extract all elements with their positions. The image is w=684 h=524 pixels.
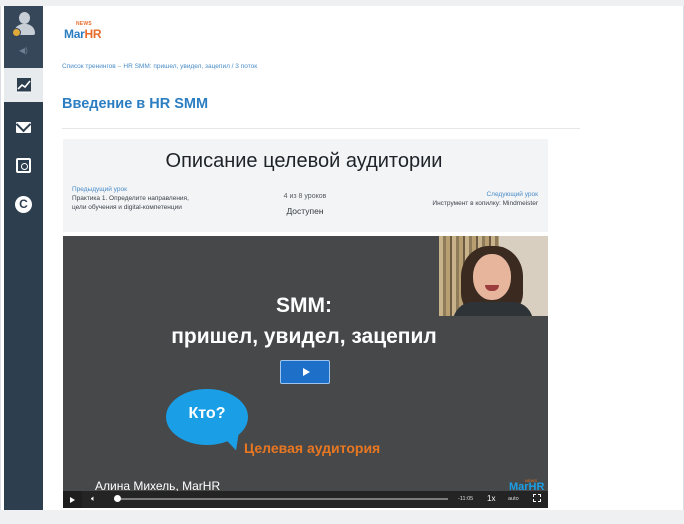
next-lesson-link[interactable]: Следующий урок (486, 191, 538, 198)
marhr-logo[interactable]: NEWS MarHR (63, 21, 101, 41)
status-dot (12, 28, 21, 37)
divider (62, 128, 580, 129)
breadcrumb-item-course[interactable]: HR SMM: пришел, увидел, зацепил / 3 пото… (123, 63, 257, 70)
logo-main-text: MarHR (64, 27, 102, 41)
play-icon (70, 496, 75, 503)
video-title-line2: пришел, увидел, зацепил (171, 325, 437, 348)
quality-button[interactable]: auto (508, 496, 519, 502)
avatar[interactable] (12, 12, 36, 38)
breadcrumb: Список тренингов – HR SMM: пришел, увидел,… (62, 63, 257, 70)
sidebar-item-trainings[interactable] (4, 68, 43, 102)
fullscreen-icon[interactable] (533, 494, 541, 502)
seek-knob[interactable] (113, 495, 121, 502)
collapse-icon[interactable]: ◀) (19, 46, 28, 55)
video-title-line1: SMM: (276, 294, 332, 317)
sidebar: ◀) C (4, 6, 43, 510)
lesson-status: Доступен (286, 206, 324, 216)
prev-lesson-link[interactable]: Предыдущий урок (72, 186, 127, 193)
control-play-button[interactable] (63, 491, 82, 508)
audience-caption: Целевая аудитория (244, 440, 381, 456)
sidebar-item-messages[interactable] (4, 110, 43, 144)
mail-icon (16, 121, 31, 133)
play-icon (302, 368, 310, 376)
seek-bar[interactable] (114, 498, 448, 500)
c-logo-icon: C (15, 195, 32, 213)
prev-lesson-title[interactable]: Практика 1. Определите направления, цели… (72, 195, 192, 212)
sidebar-item-c[interactable]: C (4, 187, 43, 221)
breadcrumb-separator: – (117, 63, 122, 70)
lesson-progress: 4 из 8 уроков (283, 193, 327, 200)
next-lesson-title[interactable]: Инструмент в копилку: Mindmeister (428, 200, 538, 209)
speech-bubble-text: Кто? (188, 405, 226, 422)
chart-icon (16, 78, 31, 93)
breadcrumb-item-trainings[interactable]: Список тренингов (62, 63, 116, 70)
volume-icon[interactable]: 🔈︎ (91, 494, 96, 504)
top-strip (0, 0, 684, 6)
bottom-strip (0, 510, 684, 524)
time-remaining: -11:05 (458, 496, 474, 502)
avatar-head (19, 12, 30, 24)
lesson-title: Описание целевой аудитории (165, 150, 443, 172)
sidebar-profile: ◀) (4, 6, 43, 68)
page-title: Введение в HR SMM (62, 96, 209, 112)
play-button[interactable] (280, 360, 330, 384)
speed-button[interactable]: 1x (487, 494, 495, 503)
